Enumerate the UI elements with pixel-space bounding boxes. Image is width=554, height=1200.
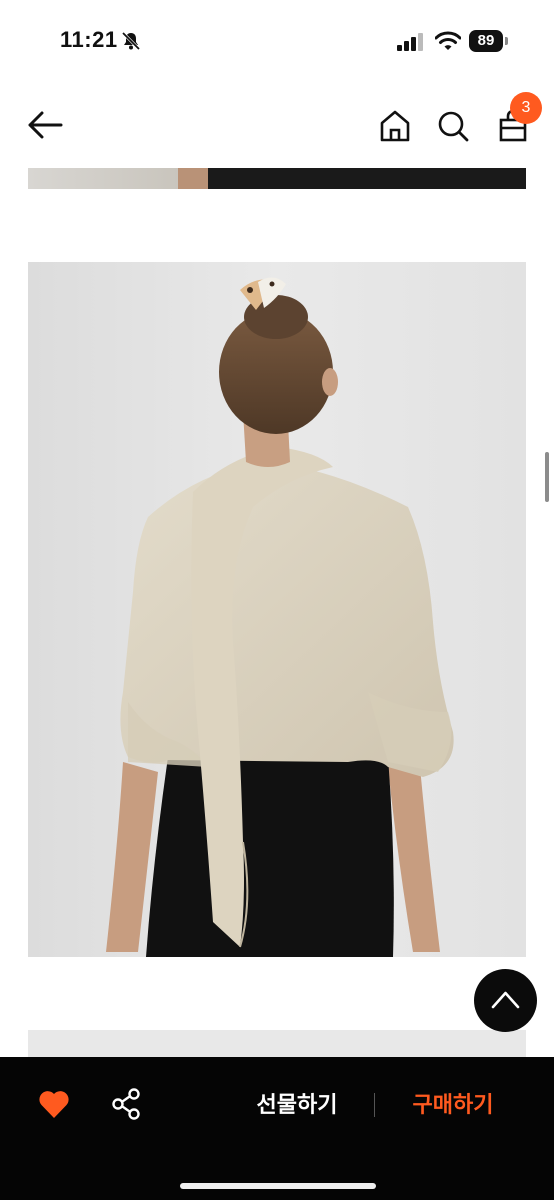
- bottom-action-bar: 선물하기 구매하기: [0, 1057, 554, 1200]
- chevron-up-icon: [491, 991, 520, 1009]
- bell-slash-icon: [121, 31, 141, 51]
- status-bar: 11:21 89: [0, 0, 554, 84]
- search-icon[interactable]: [436, 109, 470, 143]
- home-indicator: [180, 1183, 376, 1189]
- battery-indicator: 89: [469, 30, 503, 52]
- divider: [374, 1093, 375, 1117]
- previous-product-image: [28, 168, 526, 189]
- signal-icon: [397, 33, 423, 51]
- back-icon[interactable]: [26, 110, 64, 140]
- nav-header: 3: [0, 84, 554, 168]
- battery-tip: [505, 37, 508, 45]
- next-product-image: [28, 1030, 526, 1060]
- product-photo: [28, 262, 526, 957]
- wifi-icon: [435, 31, 461, 50]
- scroll-to-top-button[interactable]: [474, 969, 537, 1032]
- cart-badge: 3: [510, 92, 542, 124]
- scrollbar[interactable]: [545, 452, 549, 502]
- heart-icon[interactable]: [38, 1089, 70, 1119]
- home-icon[interactable]: [378, 109, 412, 143]
- status-time: 11:21: [60, 27, 118, 52]
- buy-button[interactable]: 구매하기: [392, 1087, 514, 1123]
- gift-button[interactable]: 선물하기: [236, 1087, 358, 1123]
- product-image: [28, 262, 526, 957]
- share-icon[interactable]: [111, 1088, 141, 1120]
